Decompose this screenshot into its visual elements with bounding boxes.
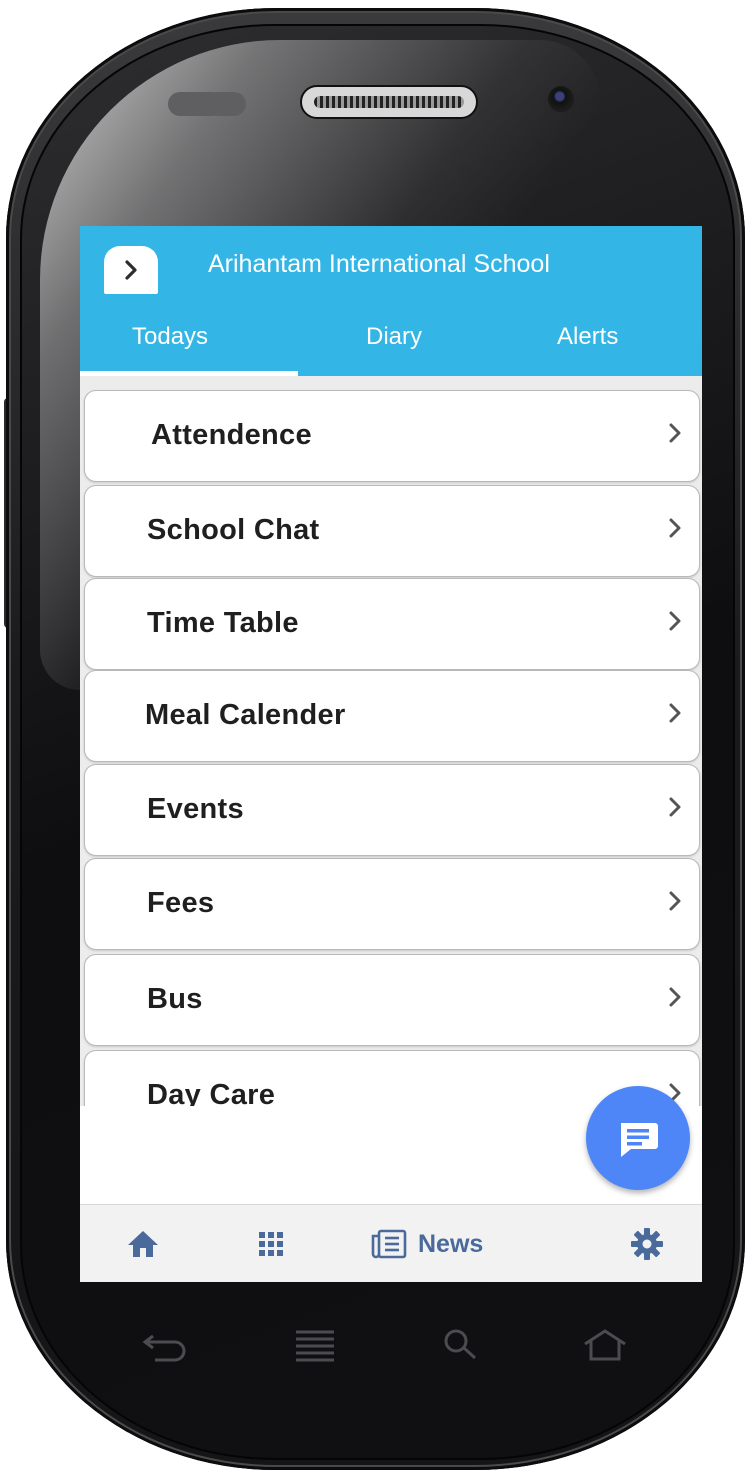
chevron-right-icon <box>667 795 683 824</box>
app-title: Arihantam International School <box>208 250 550 278</box>
home-outline-icon <box>584 1329 626 1361</box>
menu-item-label: Bus <box>147 983 203 1015</box>
newspaper-icon <box>371 1229 407 1259</box>
nav-settings[interactable] <box>630 1205 664 1282</box>
tab-alerts[interactable]: Alerts <box>557 322 618 352</box>
chat-fab-button[interactable] <box>586 1086 690 1190</box>
menu-item-label: School Chat <box>147 514 320 546</box>
light-sensor <box>206 92 246 116</box>
menu-item-label: Attendence <box>151 419 312 451</box>
menu-item-fees[interactable]: Fees <box>84 858 700 950</box>
chevron-right-icon <box>667 889 683 918</box>
earpiece-speaker <box>300 85 478 119</box>
tab-todays[interactable]: Todays <box>132 322 208 352</box>
hw-home-key[interactable] <box>560 1310 650 1380</box>
hw-search-key[interactable] <box>416 1310 506 1380</box>
menu-item-time-table[interactable]: Time Table <box>84 578 700 670</box>
chat-message-icon <box>621 1123 658 1157</box>
menu-item-events[interactable]: Events <box>84 764 700 856</box>
menu-item-label: Time Table <box>147 607 299 639</box>
apps-grid-icon <box>259 1232 283 1256</box>
hw-back-key[interactable] <box>120 1310 210 1380</box>
chevron-right-icon <box>667 421 683 450</box>
menu-item-bus[interactable]: Bus <box>84 954 700 1046</box>
nav-apps[interactable] <box>256 1205 286 1282</box>
hw-menu-key[interactable] <box>270 1310 360 1380</box>
menu-icon <box>296 1330 334 1362</box>
chevron-right-icon <box>667 985 683 1014</box>
menu-item-label: Meal Calender <box>145 699 346 731</box>
gear-icon <box>631 1228 663 1260</box>
chevron-right-icon <box>667 609 683 638</box>
menu-item-meal-calender[interactable]: Meal Calender <box>84 670 700 762</box>
menu-item-label: Fees <box>147 887 215 919</box>
search-icon <box>444 1329 477 1360</box>
nav-home[interactable] <box>126 1205 160 1282</box>
tab-diary[interactable]: Diary <box>366 322 422 352</box>
back-icon <box>142 1334 186 1362</box>
home-icon <box>128 1231 158 1257</box>
app-screen: Arihantam International School Todays Di… <box>80 226 702 1282</box>
back-button[interactable] <box>104 246 158 294</box>
app-header: Arihantam International School Todays Di… <box>80 226 702 376</box>
chevron-right-icon <box>667 516 683 545</box>
device-canvas: Arihantam International School Todays Di… <box>0 0 751 1477</box>
nav-news[interactable]: News <box>370 1205 483 1282</box>
chevron-right-icon <box>667 701 683 730</box>
menu-item-label: Events <box>147 793 244 825</box>
menu-item-school-chat[interactable]: School Chat <box>84 485 700 577</box>
hardware-keys <box>100 1310 660 1380</box>
nav-news-label: News <box>418 1229 484 1258</box>
front-camera <box>548 86 574 112</box>
menu-item-attendence[interactable]: Attendence <box>84 390 700 482</box>
bottom-navigation: News <box>80 1204 702 1282</box>
chevron-right-icon <box>125 260 137 280</box>
